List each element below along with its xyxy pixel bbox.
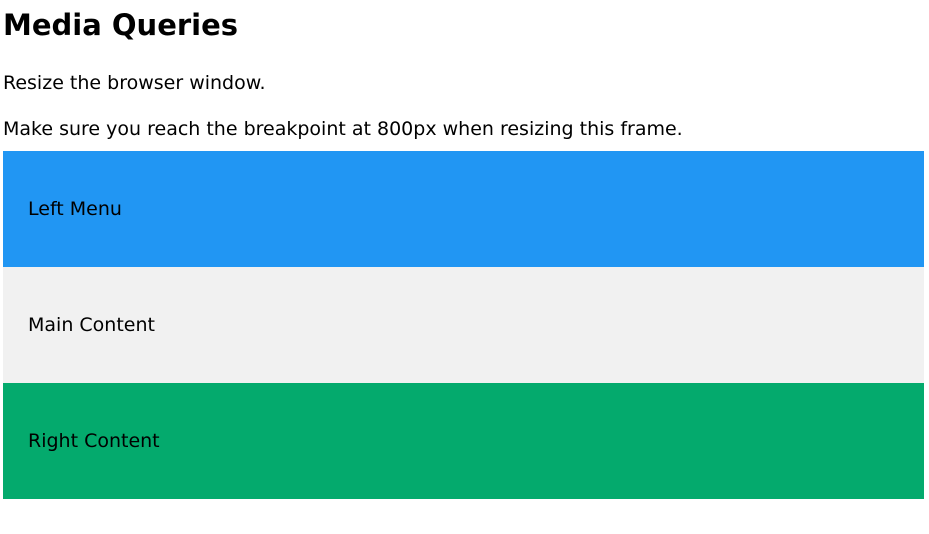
right-content-column: Right Content	[3, 383, 924, 499]
right-content-label: Right Content	[28, 430, 160, 452]
instruction-text-breakpoint: Make sure you reach the breakpoint at 80…	[3, 118, 683, 140]
main-content-label: Main Content	[28, 314, 155, 336]
left-menu-column: Left Menu	[3, 151, 924, 267]
main-content-column: Main Content	[3, 267, 924, 383]
left-menu-label: Left Menu	[28, 198, 122, 220]
instruction-text-resize: Resize the browser window.	[3, 72, 266, 94]
page-heading: Media Queries	[3, 8, 239, 42]
page: Media Queries Resize the browser window.…	[0, 0, 929, 499]
